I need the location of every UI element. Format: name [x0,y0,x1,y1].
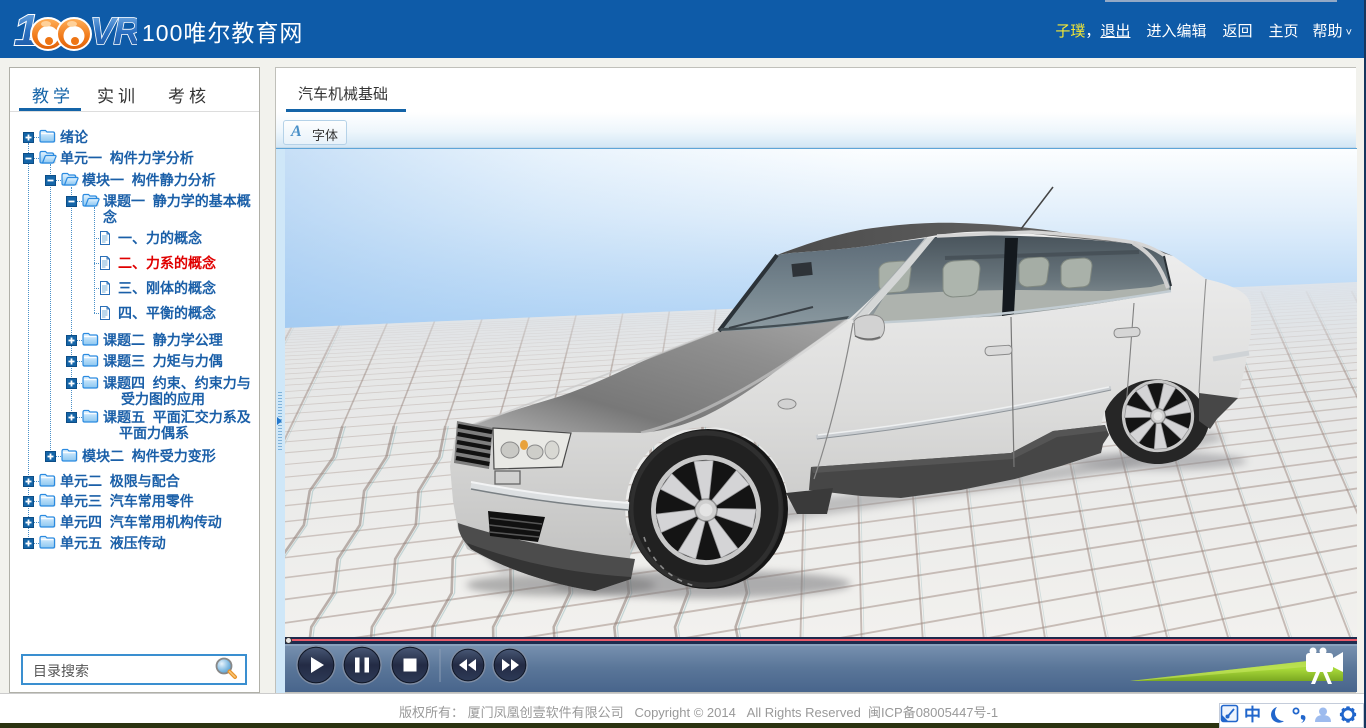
svg-text:中: 中 [1244,705,1261,725]
svg-text:VR: VR [90,11,137,53]
